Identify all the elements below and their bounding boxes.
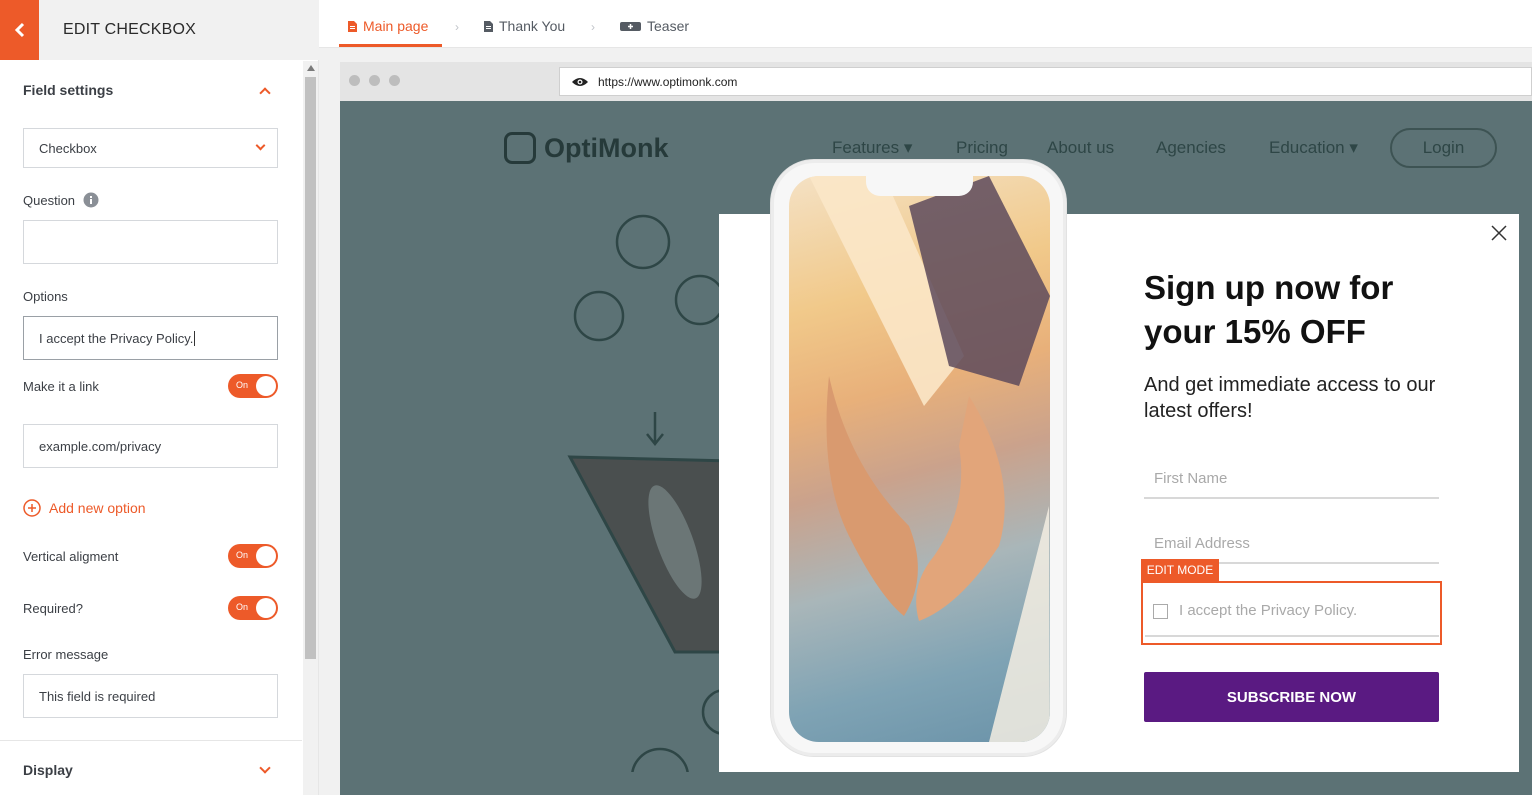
privacy-checkbox-label[interactable]: I accept the Privacy Policy. (1179, 602, 1357, 619)
toggle-knob (256, 598, 276, 618)
field-type-select[interactable]: Checkbox (23, 128, 278, 168)
field-settings-heading[interactable]: Field settings (23, 82, 113, 98)
heart-hands-photo (789, 176, 1050, 742)
chevron-right-icon: › (591, 20, 595, 34)
add-option-label: Add new option (49, 500, 146, 516)
make-link-label: Make it a link (23, 379, 99, 394)
eye-icon (572, 77, 588, 86)
tab-label: Teaser (647, 18, 690, 34)
settings-scroll-area: Field settings Checkbox Question Options… (0, 61, 302, 795)
first-name-input[interactable]: First Name (1144, 459, 1439, 499)
phone-mockup[interactable] (770, 159, 1067, 757)
tab-main-page[interactable]: Main page (348, 18, 428, 34)
popup-headline[interactable]: Sign up now for your 15% OFF (1144, 266, 1464, 354)
subscribe-button[interactable]: SUBSCRIBE NOW (1144, 672, 1439, 722)
window-dot (389, 75, 400, 86)
page-icon (484, 20, 493, 32)
privacy-checkbox[interactable] (1153, 604, 1168, 619)
nav-label: Education (1269, 138, 1345, 157)
scroll-thumb[interactable] (305, 77, 316, 659)
teaser-icon (620, 21, 641, 31)
vertical-alignment-toggle[interactable]: On (228, 544, 278, 568)
chevron-right-icon: › (455, 20, 459, 34)
plus-circle-icon (23, 499, 41, 517)
url-bar[interactable]: https://www.optimonk.com (559, 67, 1532, 96)
divider (0, 740, 302, 741)
edit-panel: EDIT CHECKBOX Field settings Checkbox Qu… (0, 0, 319, 795)
site-nav-pricing: Pricing (956, 138, 1008, 157)
nav-label: Features (832, 138, 900, 157)
vertical-alignment-label: Vertical aligment (23, 549, 119, 564)
edit-mode-badge: EDIT MODE (1141, 559, 1219, 581)
popup-subheadline[interactable]: And get immediate access to our latest o… (1144, 372, 1454, 424)
toggle-knob (256, 546, 276, 566)
chevron-left-icon (14, 22, 24, 38)
site-nav-about: About us (1047, 138, 1115, 157)
make-link-toggle[interactable]: On (228, 374, 278, 398)
question-input[interactable] (23, 220, 278, 264)
toggle-state: On (236, 550, 249, 560)
toggle-state: On (236, 380, 249, 390)
site-login-button: Login (1390, 128, 1497, 168)
site-nav-features: Features ▾ (832, 138, 913, 157)
display-heading[interactable]: Display (23, 762, 73, 778)
phone-notch (866, 176, 973, 196)
panel-title: EDIT CHECKBOX (63, 21, 196, 38)
tab-label: Main page (363, 18, 429, 34)
tab-thank-you[interactable]: Thank You (484, 18, 565, 34)
question-label: Question (23, 193, 76, 208)
add-option-button[interactable]: Add new option (23, 499, 146, 517)
toggle-state: On (236, 602, 249, 612)
options-label: Options (23, 289, 68, 304)
page-icon (348, 20, 357, 32)
panel-header: EDIT CHECKBOX (0, 0, 319, 60)
required-toggle[interactable]: On (228, 596, 278, 620)
browser-bar: https://www.optimonk.com (340, 62, 1532, 101)
info-icon[interactable] (83, 192, 99, 208)
checkbox-underline (1145, 635, 1439, 637)
scrollbar[interactable] (303, 61, 318, 795)
toggle-knob (256, 376, 276, 396)
error-message-input[interactable]: This field is required (23, 674, 278, 718)
site-logo: OptiMonk (504, 132, 668, 164)
hands-heart-image (809, 176, 1050, 742)
logo-mark-icon (504, 132, 536, 164)
link-url-input[interactable]: example.com/privacy (23, 424, 278, 468)
tab-label: Thank You (499, 18, 566, 34)
active-tab-indicator (339, 44, 442, 47)
window-dot (369, 75, 380, 86)
field-type-value: Checkbox (39, 140, 97, 156)
scroll-up-arrow-icon[interactable] (307, 65, 315, 71)
chevron-down-icon (255, 140, 266, 151)
error-message-label: Error message (23, 647, 109, 662)
email-input[interactable]: Email Address (1144, 524, 1439, 564)
window-dot (349, 75, 360, 86)
chevron-up-icon[interactable] (259, 87, 271, 99)
chevron-down-icon[interactable] (259, 762, 271, 774)
close-icon[interactable] (1490, 224, 1508, 242)
logo-text: OptiMonk (544, 132, 669, 163)
back-button[interactable] (0, 0, 39, 60)
tab-teaser[interactable]: Teaser (620, 18, 689, 34)
required-label: Required? (23, 601, 83, 616)
option-value: I accept the Privacy Policy. (39, 330, 194, 346)
site-nav-agencies: Agencies (1156, 138, 1226, 157)
site-nav-education: Education ▾ (1269, 138, 1358, 157)
option-input[interactable]: I accept the Privacy Policy. (23, 316, 278, 360)
url-text: https://www.optimonk.com (598, 74, 738, 89)
text-cursor (194, 330, 196, 346)
